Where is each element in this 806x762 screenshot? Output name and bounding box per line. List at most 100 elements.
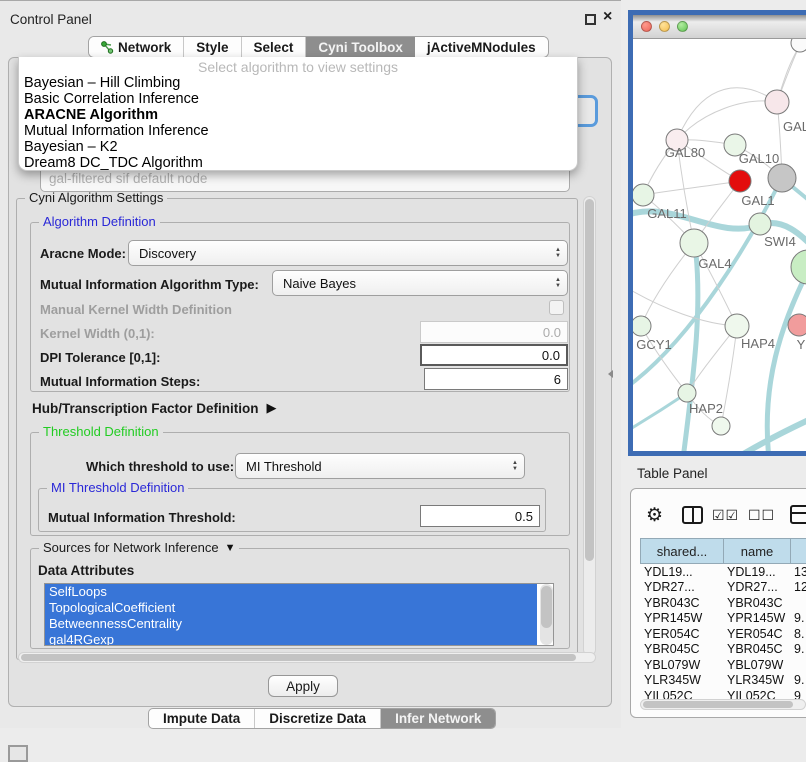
close-traffic-light-icon[interactable] <box>641 21 652 32</box>
sources-group-header[interactable]: Sources for Network Inference ▼ <box>39 540 239 555</box>
network-node[interactable] <box>791 250 806 284</box>
tab-infer-network[interactable]: Infer Network <box>381 709 495 728</box>
scrollbar-thumb[interactable] <box>541 586 552 628</box>
table-cell: YBL079W <box>640 658 723 672</box>
scrollbar-thumb[interactable] <box>585 199 594 561</box>
network-node[interactable] <box>788 314 806 336</box>
table-row[interactable]: YDR27... YDR27... 12 <box>640 580 806 596</box>
network-window-titlebar[interactable] <box>633 15 806 39</box>
hub-transcription-factor-label: Hub/Transcription Factor Definition <box>32 401 259 416</box>
manual-kernel-checkbox[interactable] <box>549 300 564 315</box>
tab-impute-data[interactable]: Impute Data <box>149 709 255 728</box>
collapse-down-icon: ▼ <box>225 542 236 554</box>
columns-icon[interactable] <box>682 506 703 524</box>
network-node[interactable] <box>678 384 696 402</box>
select-all-checkboxes-icon[interactable]: ☑☑ <box>712 507 739 524</box>
network-node[interactable] <box>633 316 651 336</box>
network-node[interactable] <box>633 184 654 206</box>
tab-cyni-toolbox-label: Cyni Toolbox <box>318 40 403 55</box>
network-selector-value: gal-filtered sif default node <box>49 171 207 186</box>
list-item[interactable]: SelfLoops <box>45 584 537 600</box>
tab-style[interactable]: Style <box>184 37 241 57</box>
tab-discretize-data-label: Discretize Data <box>269 711 366 726</box>
aracne-mode-combobox[interactable]: Discovery ▲▼ <box>128 240 568 266</box>
deselect-all-checkboxes-icon[interactable]: ☐☐ <box>748 507 775 524</box>
minimize-traffic-light-icon[interactable] <box>659 21 670 32</box>
table-cell: 8. <box>790 627 806 641</box>
tab-select[interactable]: Select <box>242 37 307 57</box>
which-threshold-combobox[interactable]: MI Threshold ▲▼ <box>235 453 525 479</box>
dpi-tolerance-input[interactable]: 0.0 <box>420 344 568 366</box>
table-row[interactable]: YER054C YER054C 8. <box>640 626 806 642</box>
table-row[interactable]: YDL19... YDL19... 13 <box>640 564 806 580</box>
table-row[interactable]: YLR345W YLR345W 9. <box>640 673 806 689</box>
tab-network[interactable]: Network <box>89 37 184 57</box>
kernel-width-input[interactable]: 0.0 <box>420 321 568 343</box>
network-node[interactable] <box>791 39 806 52</box>
dropdown-item-selected[interactable]: ARACNE Algorithm <box>19 107 577 123</box>
scrollbar-thumb[interactable] <box>21 654 576 661</box>
column-header[interactable] <box>790 538 806 564</box>
network-node[interactable] <box>749 213 771 235</box>
list-item[interactable]: TopologicalCoefficient <box>45 600 537 616</box>
network-node[interactable] <box>765 90 789 114</box>
panel-splitter-handle[interactable] <box>608 370 613 378</box>
hub-transcription-factor-toggle[interactable]: Hub/Transcription Factor Definition ▶ <box>32 400 277 416</box>
docked-panel-icon[interactable] <box>8 745 28 762</box>
list-vertical-scrollbar[interactable] <box>540 584 553 645</box>
dropdown-item[interactable]: Bayesian – Hill Climbing <box>19 75 577 91</box>
table-header-row: shared... name <box>640 538 806 564</box>
mi-threshold-label: Mutual Information Threshold: <box>48 510 236 525</box>
column-header[interactable]: shared... <box>640 538 723 564</box>
data-attributes-label: Data Attributes <box>38 563 134 578</box>
table-row[interactable]: YBR045C YBR045C 9. <box>640 642 806 658</box>
tab-select-label: Select <box>254 40 294 55</box>
network-node[interactable] <box>725 314 749 338</box>
mi-threshold-input[interactable]: 0.5 <box>420 505 540 527</box>
network-node[interactable] <box>680 229 708 257</box>
settings-vertical-scrollbar[interactable] <box>583 196 596 656</box>
dropdown-item[interactable]: Basic Correlation Inference <box>19 91 577 107</box>
table-row[interactable]: YBR043C YBR043C <box>640 595 806 611</box>
mi-algorithm-type-combobox[interactable]: Naive Bayes ▲▼ <box>272 270 568 296</box>
algorithm-dropdown-list: Select algorithm to view settings Bayesi… <box>18 57 578 171</box>
table-row[interactable]: YBL079W YBL079W <box>640 657 806 673</box>
close-icon[interactable]: × <box>603 8 612 26</box>
node-label: GCY1 <box>636 337 671 352</box>
mi-steps-input[interactable]: 6 <box>424 368 568 390</box>
scrollbar-thumb[interactable] <box>643 701 793 708</box>
zoom-traffic-light-icon[interactable] <box>677 21 688 32</box>
tab-discretize-data[interactable]: Discretize Data <box>255 709 381 728</box>
list-item[interactable]: BetweennessCentrality <box>45 616 537 632</box>
table-cell: YBL079W <box>723 658 790 672</box>
dropdown-item[interactable]: Mutual Information Inference <box>19 123 577 139</box>
tab-cyni-toolbox[interactable]: Cyni Toolbox <box>306 37 415 57</box>
table-cell: 12 <box>790 580 806 594</box>
kernel-width-label: Kernel Width (0,1): <box>40 326 155 341</box>
network-node[interactable] <box>729 170 751 192</box>
dropdown-item[interactable]: Dream8 DC_TDC Algorithm <box>19 155 577 171</box>
settings-group-title: Cyni Algorithm Settings <box>25 190 167 205</box>
network-canvas[interactable]: GAL GAL80 GAL10 GAL1 GAL11 GAL4 SWI4 GCY… <box>633 39 806 451</box>
table-row[interactable]: YPR145W YPR145W 9. <box>640 611 806 627</box>
tab-infer-network-label: Infer Network <box>395 711 481 726</box>
manual-kernel-label: Manual Kernel Width Definition <box>40 302 232 317</box>
bottom-tabbar: Impute Data Discretize Data Infer Networ… <box>148 708 496 729</box>
gear-icon[interactable]: ⚙ <box>646 504 663 527</box>
network-node[interactable] <box>768 164 796 192</box>
settings-horizontal-scrollbar[interactable] <box>18 652 596 663</box>
node-label: SWI4 <box>764 234 796 249</box>
dropdown-item[interactable]: Bayesian – K2 <box>19 139 577 155</box>
apply-button[interactable]: Apply <box>268 675 338 697</box>
table-horizontal-scrollbar[interactable] <box>640 699 806 710</box>
network-node[interactable] <box>712 417 730 435</box>
table-mode-icon[interactable] <box>790 505 806 524</box>
tab-jactivemnodules[interactable]: jActiveMNodules <box>415 37 548 57</box>
sources-group-title: Sources for Network Inference <box>43 540 219 555</box>
float-window-icon[interactable] <box>585 14 596 25</box>
column-header[interactable]: name <box>723 538 790 564</box>
table-cell: YLR345W <box>640 673 723 687</box>
table-cell: YER054C <box>723 627 790 641</box>
which-threshold-label: Which threshold to use: <box>86 459 234 474</box>
list-item[interactable]: gal4RGexp <box>45 632 537 646</box>
